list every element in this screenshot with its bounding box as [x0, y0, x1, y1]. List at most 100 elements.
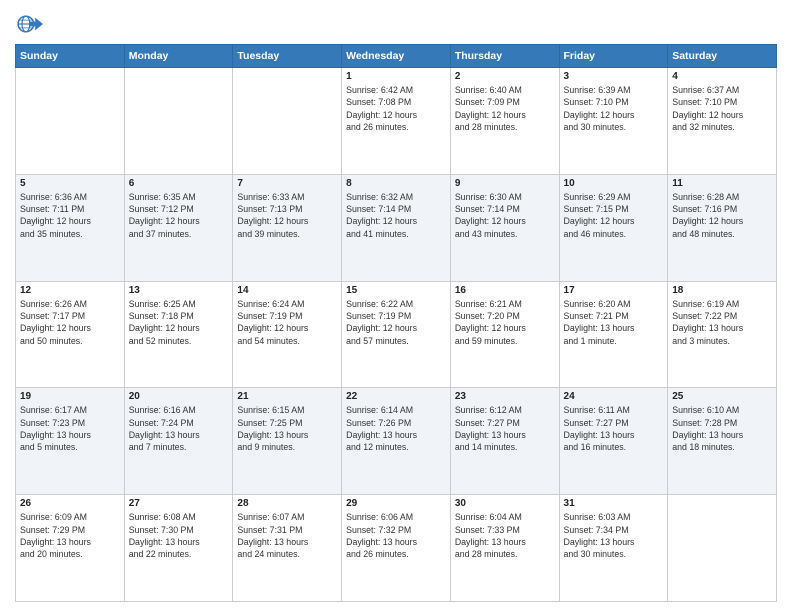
day-number: 14 [237, 285, 337, 296]
day-cell: 11Sunrise: 6:28 AM Sunset: 7:16 PM Dayli… [668, 174, 777, 281]
logo [15, 10, 47, 38]
day-number: 3 [564, 71, 664, 82]
day-cell: 5 Sunrise: 6:36 AM Sunset: 7:11 PM Daylig… [16, 174, 125, 281]
day-info: Sunrise: 6:16 AM Sunset: 7:24 PM Dayligh… [129, 404, 229, 453]
week-row-0: 1Sunrise: 6:42 AM Sunset: 7:08 PM Daylig… [16, 68, 777, 175]
day-cell: 28 Sunrise: 6:07 AM Sunset: 7:31 PM Dayli… [233, 495, 342, 602]
day-cell: 3 Sunrise: 6:39 AM Sunset: 7:10 PM Daylig… [559, 68, 668, 175]
day-info: Sunrise: 6:10 AM Sunset: 7:28 PM Dayligh… [672, 404, 772, 453]
day-number: 2 [455, 71, 555, 82]
day-header-thursday: Thursday [450, 45, 559, 68]
day-number: 29 [346, 498, 446, 509]
day-info: Sunrise: 6:33 AM Sunset: 7:13 PM Dayligh… [237, 191, 337, 240]
day-info: Sunrise: 6:20 AM Sunset: 7:21 PM Dayligh… [564, 298, 664, 347]
day-cell: 7 Sunrise: 6:33 AM Sunset: 7:13 PM Daylig… [233, 174, 342, 281]
day-cell: 23 Sunrise: 6:12 AM Sunset: 7:27 PM Dayli… [450, 388, 559, 495]
day-cell [233, 68, 342, 175]
day-cell: 16Sunrise: 6:21 AM Sunset: 7:20 PM Dayli… [450, 281, 559, 388]
day-number: 19 [20, 391, 120, 402]
week-row-4: 26 Sunrise: 6:09 AM Sunset: 7:29 PM Dayli… [16, 495, 777, 602]
day-number: 27 [129, 498, 229, 509]
day-info: Sunrise: 6:39 AM Sunset: 7:10 PM Dayligh… [564, 84, 664, 133]
day-number: 7 [237, 178, 337, 189]
day-number: 23 [455, 391, 555, 402]
day-info: Sunrise: 6:08 AM Sunset: 7:30 PM Dayligh… [129, 511, 229, 560]
day-info: Sunrise: 6:12 AM Sunset: 7:27 PM Dayligh… [455, 404, 555, 453]
day-info: Sunrise: 6:17 AM Sunset: 7:23 PM Dayligh… [20, 404, 120, 453]
day-cell: 26 Sunrise: 6:09 AM Sunset: 7:29 PM Dayli… [16, 495, 125, 602]
week-row-1: 5 Sunrise: 6:36 AM Sunset: 7:11 PM Daylig… [16, 174, 777, 281]
day-cell: 10 Sunrise: 6:29 AM Sunset: 7:15 PM Dayli… [559, 174, 668, 281]
day-number: 10 [564, 178, 664, 189]
day-number: 26 [20, 498, 120, 509]
day-cell: 13 Sunrise: 6:25 AM Sunset: 7:18 PM Dayli… [124, 281, 233, 388]
day-number: 17 [564, 285, 664, 296]
day-cell [16, 68, 125, 175]
day-info: Sunrise: 6:22 AM Sunset: 7:19 PM Dayligh… [346, 298, 446, 347]
day-info: Sunrise: 6:26 AM Sunset: 7:17 PM Dayligh… [20, 298, 120, 347]
day-number: 8 [346, 178, 446, 189]
day-cell: 27 Sunrise: 6:08 AM Sunset: 7:30 PM Dayli… [124, 495, 233, 602]
day-cell: 8 Sunrise: 6:32 AM Sunset: 7:14 PM Daylig… [342, 174, 451, 281]
day-number: 24 [564, 391, 664, 402]
day-cell: 25 Sunrise: 6:10 AM Sunset: 7:28 PM Dayli… [668, 388, 777, 495]
day-number: 30 [455, 498, 555, 509]
day-info: Sunrise: 6:24 AM Sunset: 7:19 PM Dayligh… [237, 298, 337, 347]
logo-icon [15, 10, 43, 38]
day-cell: 18 Sunrise: 6:19 AM Sunset: 7:22 PM Dayli… [668, 281, 777, 388]
day-number: 22 [346, 391, 446, 402]
day-cell: 1Sunrise: 6:42 AM Sunset: 7:08 PM Daylig… [342, 68, 451, 175]
day-info: Sunrise: 6:30 AM Sunset: 7:14 PM Dayligh… [455, 191, 555, 240]
day-cell: 30 Sunrise: 6:04 AM Sunset: 7:33 PM Dayli… [450, 495, 559, 602]
day-number: 9 [455, 178, 555, 189]
day-info: Sunrise: 6:14 AM Sunset: 7:26 PM Dayligh… [346, 404, 446, 453]
day-cell: 21 Sunrise: 6:15 AM Sunset: 7:25 PM Dayli… [233, 388, 342, 495]
calendar-header: SundayMondayTuesdayWednesdayThursdayFrid… [16, 45, 777, 68]
day-cell [668, 495, 777, 602]
day-cell: 6Sunrise: 6:35 AM Sunset: 7:12 PM Daylig… [124, 174, 233, 281]
day-info: Sunrise: 6:21 AM Sunset: 7:20 PM Dayligh… [455, 298, 555, 347]
day-cell: 15Sunrise: 6:22 AM Sunset: 7:19 PM Dayli… [342, 281, 451, 388]
day-cell: 24 Sunrise: 6:11 AM Sunset: 7:27 PM Dayli… [559, 388, 668, 495]
day-number: 5 [20, 178, 120, 189]
day-info: Sunrise: 6:15 AM Sunset: 7:25 PM Dayligh… [237, 404, 337, 453]
day-info: Sunrise: 6:11 AM Sunset: 7:27 PM Dayligh… [564, 404, 664, 453]
day-info: Sunrise: 6:36 AM Sunset: 7:11 PM Dayligh… [20, 191, 120, 240]
day-number: 18 [672, 285, 772, 296]
week-row-2: 12 Sunrise: 6:26 AM Sunset: 7:17 PM Dayli… [16, 281, 777, 388]
day-cell: 22 Sunrise: 6:14 AM Sunset: 7:26 PM Dayli… [342, 388, 451, 495]
day-header-wednesday: Wednesday [342, 45, 451, 68]
day-info: Sunrise: 6:07 AM Sunset: 7:31 PM Dayligh… [237, 511, 337, 560]
page: SundayMondayTuesdayWednesdayThursdayFrid… [0, 0, 792, 612]
day-cell: 4 Sunrise: 6:37 AM Sunset: 7:10 PM Daylig… [668, 68, 777, 175]
day-info: Sunrise: 6:25 AM Sunset: 7:18 PM Dayligh… [129, 298, 229, 347]
day-info: Sunrise: 6:29 AM Sunset: 7:15 PM Dayligh… [564, 191, 664, 240]
day-info: Sunrise: 6:42 AM Sunset: 7:08 PM Dayligh… [346, 84, 446, 133]
day-cell: 14 Sunrise: 6:24 AM Sunset: 7:19 PM Dayli… [233, 281, 342, 388]
calendar-body: 1Sunrise: 6:42 AM Sunset: 7:08 PM Daylig… [16, 68, 777, 602]
day-cell: 20 Sunrise: 6:16 AM Sunset: 7:24 PM Dayli… [124, 388, 233, 495]
day-info: Sunrise: 6:04 AM Sunset: 7:33 PM Dayligh… [455, 511, 555, 560]
day-info: Sunrise: 6:37 AM Sunset: 7:10 PM Dayligh… [672, 84, 772, 133]
day-header-row: SundayMondayTuesdayWednesdayThursdayFrid… [16, 45, 777, 68]
day-info: Sunrise: 6:32 AM Sunset: 7:14 PM Dayligh… [346, 191, 446, 240]
day-cell [124, 68, 233, 175]
calendar-table: SundayMondayTuesdayWednesdayThursdayFrid… [15, 44, 777, 602]
day-number: 6 [129, 178, 229, 189]
day-info: Sunrise: 6:09 AM Sunset: 7:29 PM Dayligh… [20, 511, 120, 560]
day-number: 20 [129, 391, 229, 402]
day-number: 25 [672, 391, 772, 402]
day-number: 28 [237, 498, 337, 509]
day-cell: 9 Sunrise: 6:30 AM Sunset: 7:14 PM Daylig… [450, 174, 559, 281]
day-number: 21 [237, 391, 337, 402]
day-header-friday: Friday [559, 45, 668, 68]
day-info: Sunrise: 6:19 AM Sunset: 7:22 PM Dayligh… [672, 298, 772, 347]
day-number: 11 [672, 178, 772, 189]
day-cell: 31Sunrise: 6:03 AM Sunset: 7:34 PM Dayli… [559, 495, 668, 602]
day-number: 31 [564, 498, 664, 509]
day-info: Sunrise: 6:40 AM Sunset: 7:09 PM Dayligh… [455, 84, 555, 133]
day-number: 12 [20, 285, 120, 296]
day-cell: 29Sunrise: 6:06 AM Sunset: 7:32 PM Dayli… [342, 495, 451, 602]
day-number: 4 [672, 71, 772, 82]
day-number: 13 [129, 285, 229, 296]
